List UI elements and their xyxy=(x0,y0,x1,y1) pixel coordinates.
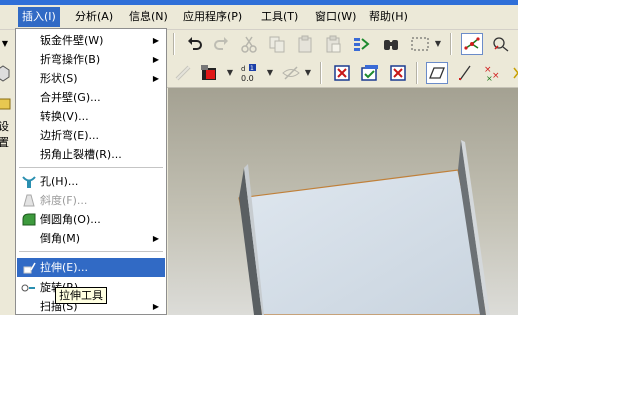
axis-display-icon[interactable] xyxy=(454,62,476,84)
menu-item-corner-relief[interactable]: 拐角止裂槽(R)... xyxy=(17,145,165,164)
coordinate-system-icon[interactable] xyxy=(508,62,518,84)
graphics-viewport[interactable] xyxy=(168,88,518,315)
menu-item-label: 倒圆角(O)... xyxy=(40,213,101,226)
sheetmetal-model[interactable] xyxy=(168,88,518,315)
round-icon xyxy=(21,212,37,227)
model-face[interactable] xyxy=(238,169,487,315)
settings-label[interactable]: 设置 xyxy=(0,118,16,150)
menu-item-extrude[interactable]: 拉伸(E)... xyxy=(17,258,165,277)
chain-icon[interactable] xyxy=(172,62,194,84)
hide-icon[interactable] xyxy=(280,62,302,84)
menu-item-sheetmetal-wall[interactable]: 钣金件壁(W) ▶ xyxy=(17,31,165,50)
toolbar-separator xyxy=(450,33,452,55)
menu-item-label: 转换(V)... xyxy=(40,110,89,123)
folder-icon[interactable] xyxy=(0,92,14,114)
menu-bar: 插入(I) 分析(A) 信息(N) 应用程序(P) 工具(T) 窗口(W) 帮助… xyxy=(0,5,518,30)
redo-icon[interactable] xyxy=(210,33,232,55)
datum-axis-icon[interactable] xyxy=(461,33,483,55)
toolbar-separator xyxy=(416,62,418,84)
paste-special-icon[interactable] xyxy=(322,33,344,55)
menu-item-label: 孔(H)... xyxy=(40,175,79,188)
color-appearance-icon[interactable] xyxy=(199,62,221,84)
spin-center-icon[interactable] xyxy=(490,33,512,55)
menu-insert[interactable]: 插入(I) xyxy=(18,7,60,27)
chevron-down-icon[interactable]: ▼ xyxy=(304,63,312,83)
menu-item-label: 拉伸(E)... xyxy=(40,261,89,274)
plane-display-icon[interactable] xyxy=(426,62,448,84)
menu-item-shape[interactable]: 形状(S) ▶ xyxy=(17,69,165,88)
insert-menu: 钣金件壁(W) ▶ 折弯操作(B) ▶ 形状(S) ▶ 合并壁(G)... 转换… xyxy=(15,28,167,315)
menu-analysis[interactable]: 分析(A) xyxy=(71,7,117,27)
regenerate-icon[interactable] xyxy=(350,33,372,55)
application-window: 插入(I) 分析(A) 信息(N) 应用程序(P) 工具(T) 窗口(W) 帮助… xyxy=(0,0,518,315)
menu-separator xyxy=(19,167,163,168)
chevron-down-icon[interactable]: ▼ xyxy=(434,34,442,54)
close-icon[interactable] xyxy=(387,62,409,84)
menu-item-label: 折弯操作(B) xyxy=(40,53,101,66)
menu-item-conversion[interactable]: 转换(V)... xyxy=(17,107,165,126)
find-icon[interactable] xyxy=(380,33,402,55)
svg-text:1: 1 xyxy=(250,65,254,72)
submenu-arrow-icon: ▶ xyxy=(152,234,159,243)
menu-item-label: 拐角止裂槽(R)... xyxy=(40,148,122,161)
menu-item-label: 边折弯(E)... xyxy=(40,129,100,142)
toolbar-separator xyxy=(173,33,175,55)
svg-text:×: × xyxy=(492,71,500,81)
menu-item-bend-operations[interactable]: 折弯操作(B) ▶ xyxy=(17,50,165,69)
menu-item-edge-bend[interactable]: 边折弯(E)... xyxy=(17,126,165,145)
menu-item-label: 斜度(F)... xyxy=(40,194,88,207)
menu-help[interactable]: 帮助(H) xyxy=(365,7,412,27)
close-window-icon[interactable] xyxy=(331,62,353,84)
cut-icon[interactable] xyxy=(238,33,260,55)
copy-icon[interactable] xyxy=(266,33,288,55)
menu-info[interactable]: 信息(N) xyxy=(125,7,172,27)
submenu-arrow-icon: ▶ xyxy=(152,302,159,311)
menu-item-label: 合并壁(G)... xyxy=(40,91,101,104)
toolbar-separator xyxy=(320,62,322,84)
dimension-value: 0.0 xyxy=(241,74,254,83)
menu-separator xyxy=(19,251,163,252)
hole-icon xyxy=(21,174,37,189)
menu-item-merge-wall[interactable]: 合并壁(G)... xyxy=(17,88,165,107)
chevron-down-icon[interactable]: ▼ xyxy=(0,32,16,54)
point-display-icon[interactable]: × × × xyxy=(482,62,504,84)
svg-text:d: d xyxy=(241,65,245,73)
menu-applications[interactable]: 应用程序(P) xyxy=(179,7,246,27)
submenu-arrow-icon: ▶ xyxy=(152,36,159,45)
extrude-icon xyxy=(21,260,37,275)
tooltip: 拉伸工具 xyxy=(55,287,107,304)
menu-tools[interactable]: 工具(T) xyxy=(257,7,302,27)
model-tree-icon[interactable] xyxy=(0,62,14,84)
svg-text:×: × xyxy=(486,74,493,82)
selection-box-icon[interactable] xyxy=(409,33,431,55)
undo-icon[interactable] xyxy=(184,33,206,55)
menu-window[interactable]: 窗口(W) xyxy=(311,7,360,27)
dimension-format-icon[interactable]: d 1 0.0 xyxy=(238,62,260,84)
paste-icon[interactable] xyxy=(294,33,316,55)
submenu-arrow-icon: ▶ xyxy=(152,55,159,64)
chevron-down-icon[interactable]: ▼ xyxy=(266,63,274,83)
menu-item-hole[interactable]: 孔(H)... xyxy=(17,172,165,191)
menu-item-draft[interactable]: 斜度(F)... xyxy=(17,191,165,210)
chevron-down-icon[interactable]: ▼ xyxy=(226,63,234,83)
menu-item-label: 钣金件壁(W) xyxy=(40,34,104,47)
draft-icon xyxy=(21,193,37,208)
menu-item-label: 倒角(M) xyxy=(40,232,81,245)
revolve-icon xyxy=(21,280,37,295)
menu-item-round[interactable]: 倒圆角(O)... xyxy=(17,210,165,229)
menu-item-label: 形状(S) xyxy=(40,72,78,85)
submenu-arrow-icon: ▶ xyxy=(152,74,159,83)
menu-item-chamfer[interactable]: 倒角(M) ▶ xyxy=(17,229,165,248)
window-activate-icon[interactable] xyxy=(359,62,381,84)
